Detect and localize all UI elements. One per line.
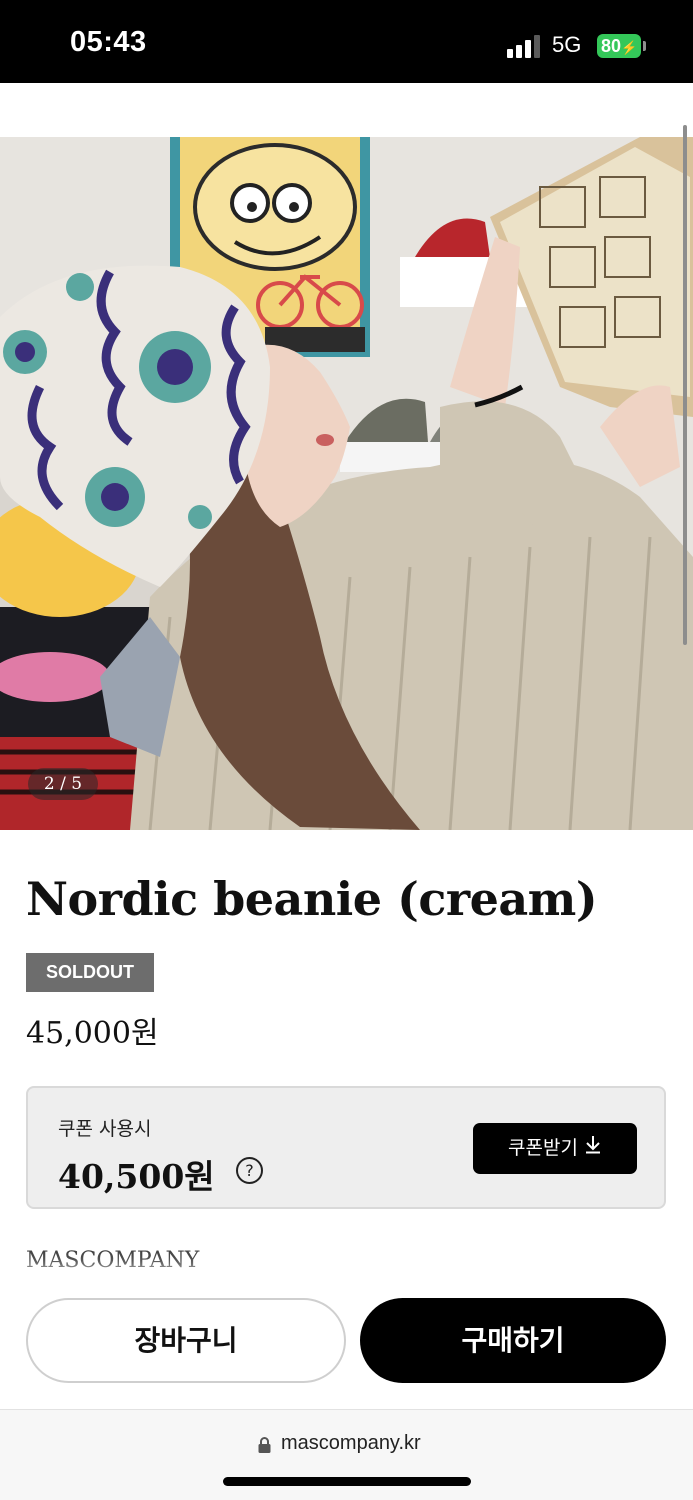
brand-name[interactable]: MASCOMPANY [26, 1248, 199, 1273]
coupon-price: 40,500원 [58, 1157, 215, 1196]
url-text[interactable]: mascompany.kr [281, 1432, 421, 1455]
bottom-action-bar: 장바구니 구매하기 [0, 1279, 693, 1409]
battery-tip [643, 41, 646, 51]
browser-url-bar[interactable]: mascompany.kr [0, 1409, 693, 1500]
battery-level: 80 [601, 36, 622, 56]
soldout-badge: SOLDOUT [26, 953, 154, 992]
home-indicator[interactable] [223, 1477, 471, 1486]
help-icon[interactable]: ? [236, 1157, 263, 1184]
coupon-label: 쿠폰 사용시 [58, 1118, 152, 1140]
network-type: 5G [552, 32, 582, 57]
product-image[interactable] [0, 137, 693, 830]
coupon-box: 쿠폰 사용시 40,500원 ? 쿠폰받기 [26, 1086, 666, 1209]
image-counter: 2 / 5 [28, 768, 98, 800]
get-coupon-label: 쿠폰받기 [508, 1137, 578, 1159]
lock-icon [258, 1437, 271, 1453]
product-price: 45,000원 [26, 1016, 159, 1051]
buy-now-button[interactable]: 구매하기 [360, 1298, 666, 1383]
add-to-cart-button[interactable]: 장바구니 [26, 1298, 346, 1383]
status-bar: 05:43 5G 80⚡ [0, 0, 693, 83]
product-title: Nordic beanie (cream) [26, 872, 598, 926]
download-icon [584, 1123, 602, 1174]
signal-icon [507, 34, 543, 58]
status-time: 05:43 [70, 26, 147, 58]
get-coupon-button[interactable]: 쿠폰받기 [473, 1123, 637, 1174]
scrollbar[interactable] [683, 125, 687, 645]
battery-icon: 80⚡ [597, 34, 641, 58]
